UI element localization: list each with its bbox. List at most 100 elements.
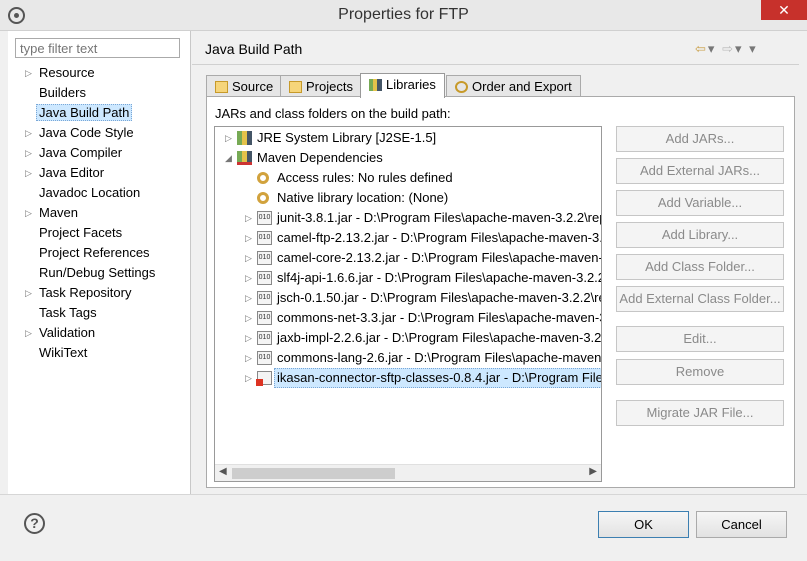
tab-label: Libraries bbox=[386, 77, 436, 92]
jar-icon: 010 bbox=[257, 251, 272, 265]
tree-node[interactable]: ◢ Maven Dependencies bbox=[215, 148, 601, 168]
nav-item-label: Java Compiler bbox=[39, 145, 123, 160]
nav-item-javadoc-location[interactable]: Javadoc Location bbox=[8, 183, 191, 203]
tree-node[interactable]: Native library location: (None) bbox=[215, 188, 601, 208]
collapse-arrow-icon[interactable]: ◢ bbox=[225, 148, 232, 168]
nav-item-project-facets[interactable]: Project Facets bbox=[8, 223, 191, 243]
expand-arrow-icon[interactable]: ▷ bbox=[25, 323, 32, 343]
expand-arrow-icon[interactable]: ▷ bbox=[25, 203, 32, 223]
scroll-left-icon[interactable]: ◀ bbox=[219, 466, 227, 477]
main-panel: Java Build Path ⇦▾ ⇨▾ ▾ Source Projects Li… bbox=[192, 31, 799, 494]
nav-item-java-code-style[interactable]: ▷ Java Code Style bbox=[8, 123, 191, 143]
tree-node-label: JRE System Library [J2SE-1.5] bbox=[257, 130, 437, 145]
nav-item-java-compiler[interactable]: ▷ Java Compiler bbox=[8, 143, 191, 163]
nav-item-resource[interactable]: ▷ Resource bbox=[8, 63, 191, 83]
tab-order-and-export[interactable]: Order and Export bbox=[446, 75, 581, 97]
expand-arrow-icon[interactable]: ▷ bbox=[245, 288, 252, 308]
expand-arrow-icon[interactable]: ▷ bbox=[25, 63, 32, 83]
jar-entry[interactable]: ▷ 010 commons-net-3.3.jar - D:\Program Fil… bbox=[215, 308, 601, 328]
add-library-button[interactable]: Add Library... bbox=[616, 222, 784, 248]
history-nav: ⇦▾ ⇨▾ ▾ bbox=[695, 41, 758, 57]
nav-item-maven[interactable]: ▷ Maven bbox=[8, 203, 191, 223]
jar-entry[interactable]: ▷ ikasan-connector-sftp-classes-0.8.4.jar… bbox=[215, 368, 601, 388]
filter-input[interactable] bbox=[15, 38, 180, 58]
forward-menu-icon[interactable]: ▾ bbox=[735, 41, 744, 56]
expand-arrow-icon[interactable]: ▷ bbox=[245, 208, 252, 228]
nav-item-task-repository[interactable]: ▷ Task Repository bbox=[8, 283, 191, 303]
add-external-jars-button[interactable]: Add External JARs... bbox=[616, 158, 784, 184]
edit-button[interactable]: Edit... bbox=[616, 326, 784, 352]
nav-item-validation[interactable]: ▷ Validation bbox=[8, 323, 191, 343]
migrate-jar-button[interactable]: Migrate JAR File... bbox=[616, 400, 784, 426]
nav-item-label: Run/Debug Settings bbox=[39, 265, 156, 280]
expand-arrow-icon[interactable]: ▷ bbox=[245, 228, 252, 248]
ok-button[interactable]: OK bbox=[598, 511, 689, 538]
tree-node[interactable]: Access rules: No rules defined bbox=[215, 168, 601, 188]
back-arrow-icon[interactable]: ⇦ bbox=[695, 41, 708, 56]
close-button[interactable]: ✕ bbox=[761, 0, 807, 20]
jar-entry[interactable]: ▷ 010 junit-3.8.1.jar - D:\Program Files\a… bbox=[215, 208, 601, 228]
jar-entry[interactable]: ▷ 010 jaxb-impl-2.2.6.jar - D:\Program Fil… bbox=[215, 328, 601, 348]
help-icon[interactable]: ? bbox=[24, 513, 45, 534]
jre-library-icon bbox=[237, 131, 252, 145]
jar-icon: 010 bbox=[257, 231, 272, 245]
nav-item-label: Task Tags bbox=[39, 305, 97, 320]
nav-item-label: Task Repository bbox=[39, 285, 132, 300]
jar-icon: 010 bbox=[257, 351, 272, 365]
expand-arrow-icon[interactable]: ▷ bbox=[245, 308, 252, 328]
jar-entry[interactable]: ▷ 010 slf4j-api-1.6.6.jar - D:\Program Fil… bbox=[215, 268, 601, 288]
expand-arrow-icon[interactable]: ▷ bbox=[245, 248, 252, 268]
tree-node-label: commons-lang-2.6.jar - D:\Program Files\… bbox=[277, 350, 602, 365]
expand-arrow-icon[interactable]: ▷ bbox=[245, 268, 252, 288]
horizontal-scrollbar[interactable]: ◀ ▶ bbox=[215, 464, 601, 481]
tree-node-label: Native library location: (None) bbox=[277, 190, 449, 205]
nav-item-java-build-path[interactable]: Java Build Path bbox=[8, 103, 191, 123]
view-menu-icon[interactable]: ▾ bbox=[749, 41, 758, 56]
expand-arrow-icon[interactable]: ▷ bbox=[25, 123, 32, 143]
nav-item-run-debug-settings[interactable]: Run/Debug Settings bbox=[8, 263, 191, 283]
add-external-class-folder-button[interactable]: Add External Class Folder... bbox=[616, 286, 784, 312]
cancel-button[interactable]: Cancel bbox=[696, 511, 787, 538]
tab-projects[interactable]: Projects bbox=[280, 75, 362, 97]
expand-arrow-icon[interactable]: ▷ bbox=[245, 368, 252, 388]
build-path-tree[interactable]: ▷ ikasan-connector-sftp-classes-0.8.4.jar… bbox=[214, 126, 602, 482]
jar-icon: 010 bbox=[257, 271, 272, 285]
add-class-folder-button[interactable]: Add Class Folder... bbox=[616, 254, 784, 280]
tree-node-label: Access rules: No rules defined bbox=[277, 170, 453, 185]
nav-item-wikitext[interactable]: WikiText bbox=[8, 343, 191, 363]
jar-entry[interactable]: ▷ 010 camel-core-2.13.2.jar - D:\Program F… bbox=[215, 248, 601, 268]
expand-arrow-icon[interactable]: ▷ bbox=[25, 283, 32, 303]
expand-arrow-icon[interactable]: ▷ bbox=[245, 348, 252, 368]
tree-node-label: commons-net-3.3.jar - D:\Program Files\a… bbox=[277, 310, 601, 325]
add-jars-button[interactable]: Add JARs... bbox=[616, 126, 784, 152]
nav-item-label: Maven bbox=[39, 205, 79, 220]
jar-icon: 010 bbox=[257, 291, 272, 305]
remove-button[interactable]: Remove bbox=[616, 359, 784, 385]
nav-item-java-editor[interactable]: ▷ Java Editor bbox=[8, 163, 191, 183]
jar-icon: 010 bbox=[257, 311, 272, 325]
jar-entry[interactable]: ▷ 010 jsch-0.1.50.jar - D:\Program Files\a… bbox=[215, 288, 601, 308]
expand-arrow-icon[interactable]: ▷ bbox=[25, 163, 32, 183]
nav-item-task-tags[interactable]: Task Tags bbox=[8, 303, 191, 323]
expand-arrow-icon[interactable]: ▷ bbox=[245, 328, 252, 348]
back-menu-icon[interactable]: ▾ bbox=[708, 41, 717, 56]
tree-node[interactable]: ▷ JRE System Library [J2SE-1.5] bbox=[215, 128, 601, 148]
nav-item-project-references[interactable]: Project References bbox=[8, 243, 191, 263]
expand-arrow-icon[interactable]: ▷ bbox=[225, 128, 232, 148]
jar-entry[interactable]: ▷ 010 camel-ftp-2.13.2.jar - D:\Program Fi… bbox=[215, 228, 601, 248]
jar-entry[interactable]: ▷ 010 commons-lang-2.6.jar - D:\Program Fi… bbox=[215, 348, 601, 368]
tab-source[interactable]: Source bbox=[206, 75, 283, 97]
nav-item-builders[interactable]: Builders bbox=[8, 83, 191, 103]
scrollbar-thumb[interactable] bbox=[232, 468, 395, 479]
nav-item-label: Java Editor bbox=[39, 165, 105, 180]
expand-arrow-icon[interactable]: ▷ bbox=[25, 143, 32, 163]
tree-node-label: camel-core-2.13.2.jar - D:\Program Files… bbox=[277, 250, 602, 265]
tree-node-label: camel-ftp-2.13.2.jar - D:\Program Files\… bbox=[277, 230, 602, 245]
forward-arrow-icon[interactable]: ⇨ bbox=[722, 41, 735, 56]
scroll-right-icon[interactable]: ▶ bbox=[589, 466, 597, 477]
add-variable-button[interactable]: Add Variable... bbox=[616, 190, 784, 216]
page-title: Java Build Path bbox=[205, 41, 303, 57]
tab-libraries[interactable]: Libraries bbox=[360, 73, 445, 98]
preferences-tree: ▷ Resource Builders Java Build Path ▷ Java Co… bbox=[8, 63, 191, 363]
jar-icon: 010 bbox=[257, 211, 272, 225]
